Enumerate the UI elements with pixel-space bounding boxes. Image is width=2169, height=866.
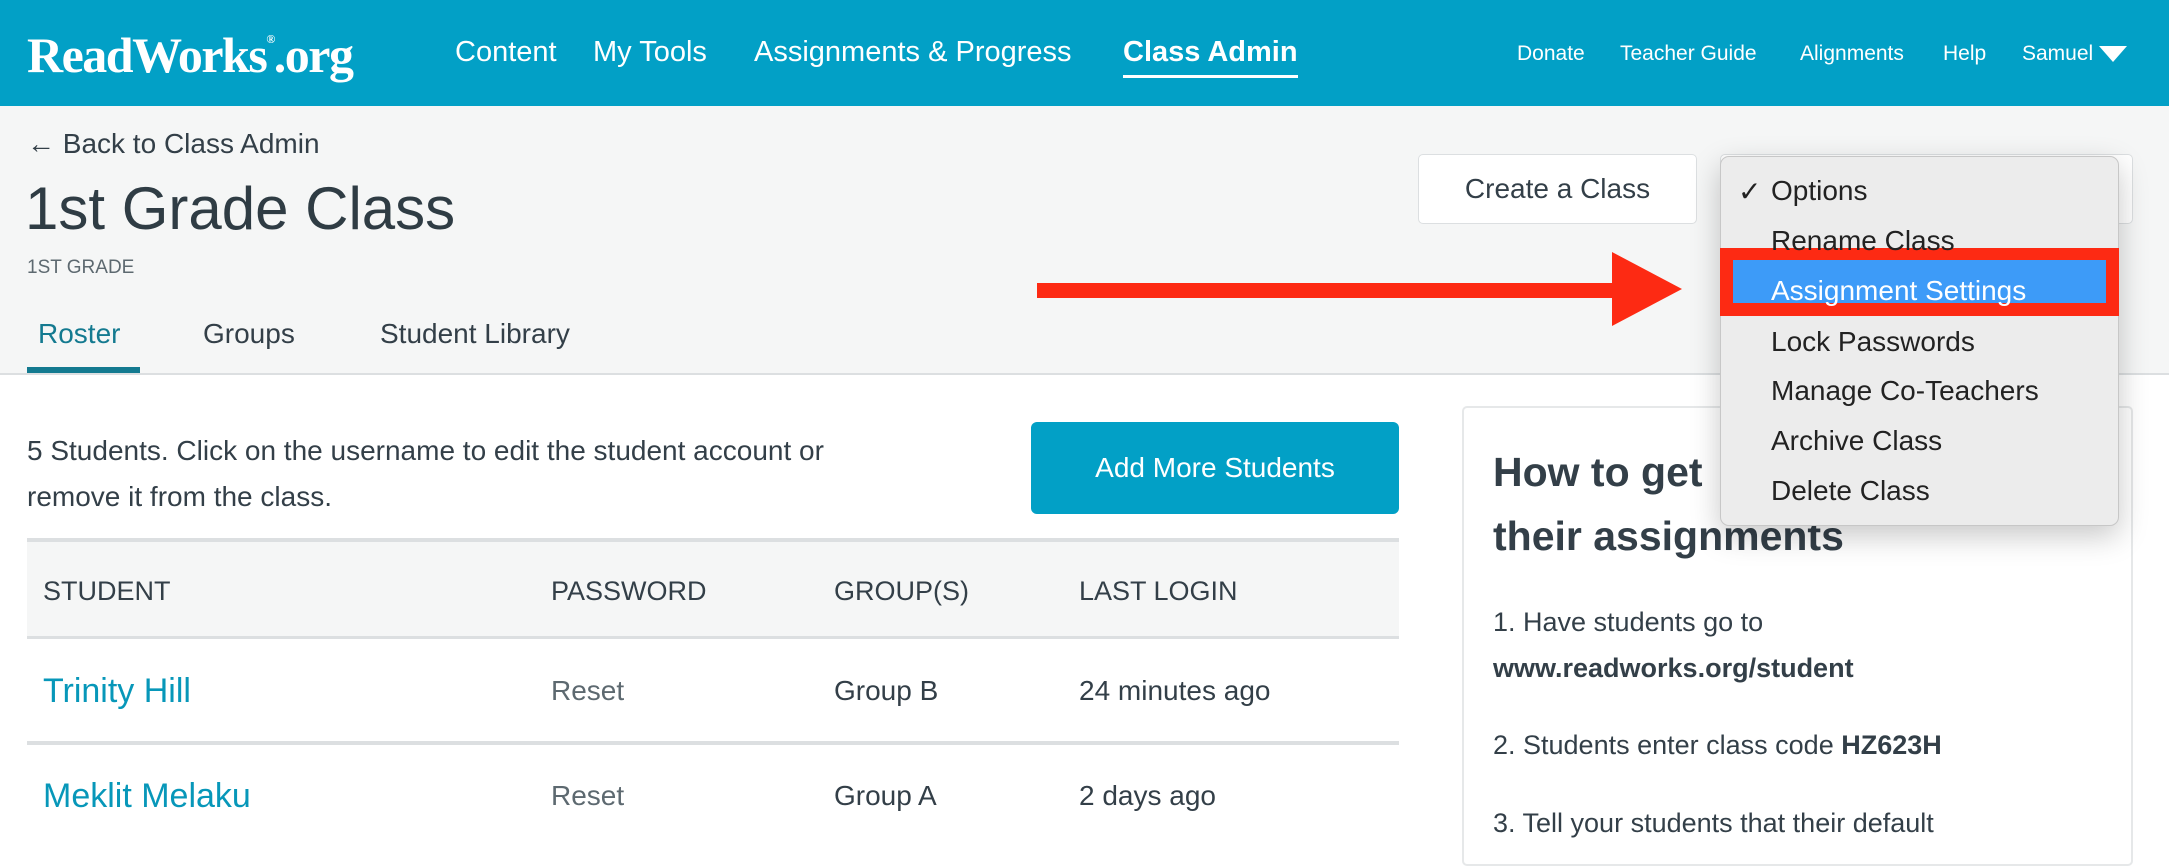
step-1: 1. Have students go to xyxy=(1493,607,1764,637)
col-groups: GROUP(S) xyxy=(834,576,969,606)
nav-content[interactable]: Content xyxy=(455,36,557,69)
intro-line: remove it from the class. xyxy=(27,481,332,512)
logo-registered: ® xyxy=(266,32,275,46)
back-link[interactable]: ← Back to Class Admin xyxy=(27,128,320,160)
menu-item-archive-class[interactable]: Archive Class xyxy=(1771,425,1942,457)
nav-help[interactable]: Help xyxy=(1943,42,1986,66)
step-3: 3. Tell your students that their default xyxy=(1493,808,1934,838)
caret-down-icon xyxy=(2099,46,2128,63)
step-2-text: 2. Students enter class code xyxy=(1493,730,1842,760)
student-url: www.readworks.org/student xyxy=(1493,653,1854,683)
menu-item-options[interactable]: Options xyxy=(1771,175,1868,207)
last-login: 2 days ago xyxy=(1079,780,1216,811)
tab-student-library[interactable]: Student Library xyxy=(380,318,570,350)
tab-roster[interactable]: Roster xyxy=(38,318,120,350)
grade-label: 1ST GRADE xyxy=(27,257,135,278)
menu-item-lock-passwords[interactable]: Lock Passwords xyxy=(1771,326,1975,358)
logo-tld: .org xyxy=(273,27,354,83)
roster-intro: 5 Students. Click on the username to edi… xyxy=(27,428,824,520)
annotation-arrow-icon xyxy=(1612,252,1682,326)
row-divider xyxy=(27,741,1399,745)
annotation-arrow-shaft xyxy=(1037,283,1617,298)
class-code: HZ623H xyxy=(1841,730,1942,760)
user-name: Samuel xyxy=(2022,42,2094,65)
col-password: PASSWORD xyxy=(551,576,707,606)
student-group: Group A xyxy=(834,780,937,811)
col-last-login: LAST LOGIN xyxy=(1079,576,1238,606)
reset-password-link[interactable]: Reset xyxy=(551,675,624,707)
step-2: 2. Students enter class code HZ623H xyxy=(1493,730,1942,761)
nav-teacher-guide[interactable]: Teacher Guide xyxy=(1620,42,1757,66)
menu-item-delete-class[interactable]: Delete Class xyxy=(1771,475,1930,507)
student-name-link[interactable]: Meklit Melaku xyxy=(43,777,251,816)
readworks-logo[interactable]: ReadWorks®.org xyxy=(27,26,354,84)
user-menu[interactable]: Samuel xyxy=(2022,42,2128,66)
tab-groups[interactable]: Groups xyxy=(203,318,295,350)
intro-line: 5 Students. Click on the username to edi… xyxy=(27,435,824,466)
nav-assignments-progress[interactable]: Assignments & Progress xyxy=(754,36,1072,69)
student-name-link[interactable]: Trinity Hill xyxy=(43,672,191,711)
nav-my-tools[interactable]: My Tools xyxy=(593,36,707,69)
nav-alignments[interactable]: Alignments xyxy=(1800,42,1904,66)
create-class-button[interactable]: Create a Class xyxy=(1418,154,1697,224)
reset-password-link[interactable]: Reset xyxy=(551,780,624,812)
page-title: 1st Grade Class xyxy=(25,175,456,242)
add-more-students-button[interactable]: Add More Students xyxy=(1031,422,1399,514)
menu-item-rename-class[interactable]: Rename Class xyxy=(1771,225,1955,257)
col-student: STUDENT xyxy=(43,576,171,606)
check-icon: ✓ xyxy=(1738,176,1762,207)
nav-donate[interactable]: Donate xyxy=(1517,42,1585,66)
last-login: 24 minutes ago xyxy=(1079,675,1271,706)
menu-item-assignment-settings[interactable]: Assignment Settings xyxy=(1771,275,2026,307)
logo-text: ReadWorks xyxy=(27,27,268,83)
active-tab-indicator xyxy=(27,367,140,373)
student-group: Group B xyxy=(834,675,939,706)
menu-item-manage-co-teachers[interactable]: Manage Co-Teachers xyxy=(1771,375,2039,407)
nav-class-admin[interactable]: Class Admin xyxy=(1123,36,1298,78)
